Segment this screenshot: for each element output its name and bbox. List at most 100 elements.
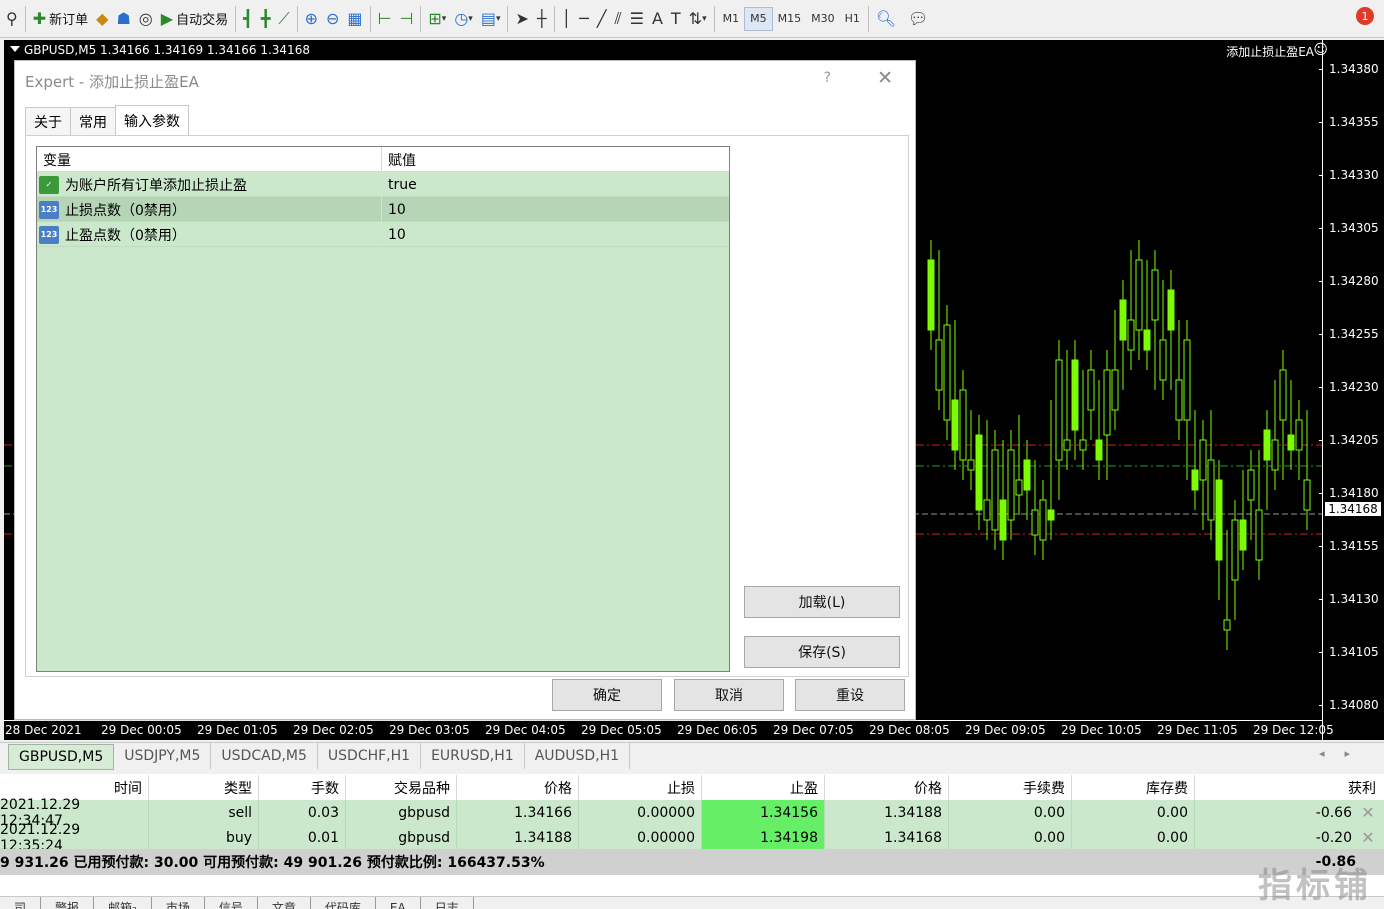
terminal-tab[interactable]: EA <box>376 897 421 909</box>
templates-button[interactable]: ▤ ▾ <box>477 5 505 33</box>
cancel-button[interactable]: 取消 <box>674 679 784 711</box>
close-order-icon[interactable]: ✕ <box>1358 825 1378 850</box>
order-row[interactable]: 2021.12.29 12:35:24 buy 0.01 gbpusd 1.34… <box>0 822 1384 854</box>
metaeditor-button[interactable]: ◆ <box>92 5 112 33</box>
text-label-button[interactable]: T <box>667 5 685 33</box>
community-button[interactable]: ☗ <box>112 5 134 33</box>
help-button[interactable]: ? <box>824 70 831 86</box>
param-row[interactable]: 123 止损点数（0禁用） 10 <box>37 197 729 222</box>
line-chart-button[interactable]: ⟋ <box>274 5 293 33</box>
col-price[interactable]: 价格 <box>457 775 579 800</box>
tab-scroll-arrows-icon[interactable]: ◂▸ <box>1319 747 1370 760</box>
auto-trading-button[interactable]: ▶ 自动交易 <box>157 5 232 33</box>
channel-button[interactable]: ⫽ <box>610 5 625 33</box>
time-label: 29 Dec 00:05 <box>101 723 182 737</box>
order-type: buy <box>149 825 259 850</box>
market-watch-button[interactable]: ⚲ <box>2 5 22 33</box>
order-tp[interactable]: 1.34198 <box>702 825 825 850</box>
chart-menu-triangle-icon[interactable] <box>10 46 20 52</box>
text-tool-button[interactable]: A <box>648 5 667 33</box>
close-order-icon[interactable]: ✕ <box>1358 800 1378 825</box>
price-tick <box>1319 122 1323 123</box>
fibonacci-button[interactable]: ☰ <box>626 5 648 33</box>
crosshair-tool-button[interactable]: ┼ <box>533 5 551 33</box>
zoom-out-button[interactable]: ⊖ <box>322 5 343 33</box>
symbol-tab-usdchf[interactable]: USDCHF,H1 <box>318 743 422 769</box>
load-button[interactable]: 加载(L) <box>744 586 900 618</box>
col-tp[interactable]: 止盈 <box>702 775 825 800</box>
param-row[interactable]: ✓ 为账户所有订单添加止损止盈 true <box>37 172 729 197</box>
candle-chart-button[interactable]: ╋ <box>257 5 275 33</box>
new-order-button[interactable]: ✚ 新订单 <box>29 5 92 33</box>
price-axis[interactable]: 1.34380 1.34355 1.34330 1.34305 1.34280 1.342… <box>1319 40 1384 740</box>
time-label: 29 Dec 08:05 <box>869 723 950 737</box>
col-type[interactable]: 类型 <box>149 775 259 800</box>
symbol-tab-usdcad[interactable]: USDCAD,M5 <box>211 743 318 769</box>
order-sl[interactable]: 0.00000 <box>579 800 702 825</box>
col-current-price[interactable]: 价格 <box>825 775 949 800</box>
close-icon[interactable]: ✕ <box>877 67 893 89</box>
col-commission[interactable]: 手续费 <box>949 775 1072 800</box>
indicators-button[interactable]: ⊞ ▾ <box>424 5 450 33</box>
candle-body <box>951 399 959 451</box>
notifications-button[interactable]: 💬︎ <box>900 5 936 33</box>
terminal-tab[interactable]: 市场 <box>152 897 205 909</box>
ok-button[interactable]: 确定 <box>552 679 662 711</box>
zoom-in-button[interactable]: ⊕ <box>301 5 322 33</box>
signals-button[interactable]: ◎ <box>135 5 157 33</box>
order-symbol: gbpusd <box>346 825 457 850</box>
tab-inputs[interactable]: 输入参数 <box>115 105 189 135</box>
save-button[interactable]: 保存(S) <box>744 636 900 668</box>
column-header-value[interactable]: 赋值 <box>382 147 416 172</box>
col-swap[interactable]: 库存费 <box>1072 775 1195 800</box>
param-value[interactable]: 10 <box>382 197 406 222</box>
horizontal-line-button[interactable]: ─ <box>575 5 593 33</box>
col-sl[interactable]: 止损 <box>579 775 702 800</box>
terminal-tab[interactable]: 代码库 <box>311 897 376 909</box>
number-123-icon: 123 <box>39 225 59 244</box>
param-value[interactable]: 10 <box>382 222 406 247</box>
col-profit[interactable]: 获利 <box>1195 775 1382 800</box>
timeframe-h1[interactable]: H1 <box>840 5 865 33</box>
symbol-tab-eurusd[interactable]: EURUSD,H1 <box>421 743 525 769</box>
timeframe-m5[interactable]: M5 <box>744 6 773 31</box>
tile-windows-button[interactable]: ▦ <box>343 5 366 33</box>
candle-body <box>935 339 943 391</box>
terminal-tab[interactable]: 邮箱₂ <box>94 897 152 909</box>
trendline-button[interactable]: ╱ <box>593 5 611 33</box>
search-button[interactable]: 🔍︎ <box>872 5 900 33</box>
time-axis[interactable]: 28 Dec 2021 29 Dec 00:05 29 Dec 01:05 29 De… <box>4 720 1334 740</box>
terminal-tab[interactable]: 日志 <box>421 897 474 909</box>
order-tp[interactable]: 1.34156 <box>702 800 825 825</box>
periods-button[interactable]: ◷ ▾ <box>450 5 477 33</box>
terminal-tab[interactable]: 文章 <box>258 897 311 909</box>
bar-chart-button[interactable]: ┫ <box>239 5 257 33</box>
reset-button[interactable]: 重设 <box>795 679 905 711</box>
symbol-tab-usdjpy[interactable]: USDJPY,M5 <box>114 743 212 769</box>
timeframe-m1[interactable]: M1 <box>718 5 745 33</box>
timeframe-m30[interactable]: M30 <box>806 5 840 33</box>
param-value[interactable]: true <box>382 172 417 197</box>
candle-body <box>1031 509 1039 536</box>
terminal-tab[interactable]: 信号 <box>205 897 258 909</box>
terminal-tab[interactable]: 警报 <box>41 897 95 909</box>
order-row[interactable]: 2021.12.29 12:34:47 sell 0.03 gbpusd 1.3… <box>0 797 1384 829</box>
tab-about[interactable]: 关于 <box>25 107 71 135</box>
dialog-tabs: 关于 常用 输入参数 <box>25 105 189 135</box>
time-label: 29 Dec 10:05 <box>1061 723 1142 737</box>
arrows-button[interactable]: ⇅ ▾ <box>685 5 711 33</box>
cursor-tool-button[interactable]: ➤ <box>511 5 532 33</box>
terminal-tab[interactable]: 司 <box>0 897 42 909</box>
param-row[interactable]: 123 止盈点数（0禁用） 10 <box>37 222 729 247</box>
col-lots[interactable]: 手数 <box>259 775 346 800</box>
auto-scroll-button[interactable]: ⊣ <box>395 5 417 33</box>
tab-common[interactable]: 常用 <box>70 107 116 135</box>
col-symbol[interactable]: 交易品种 <box>346 775 457 800</box>
chart-shift-button[interactable]: ⊢ <box>374 5 396 33</box>
vertical-line-button[interactable]: │ <box>558 5 576 33</box>
symbol-tab-audusd[interactable]: AUDUSD,H1 <box>525 743 631 769</box>
column-header-variable[interactable]: 变量 <box>37 147 382 172</box>
symbol-tab-gbpusd[interactable]: GBPUSD,M5 <box>8 744 115 770</box>
order-sl[interactable]: 0.00000 <box>579 825 702 850</box>
timeframe-m15[interactable]: M15 <box>773 5 807 33</box>
